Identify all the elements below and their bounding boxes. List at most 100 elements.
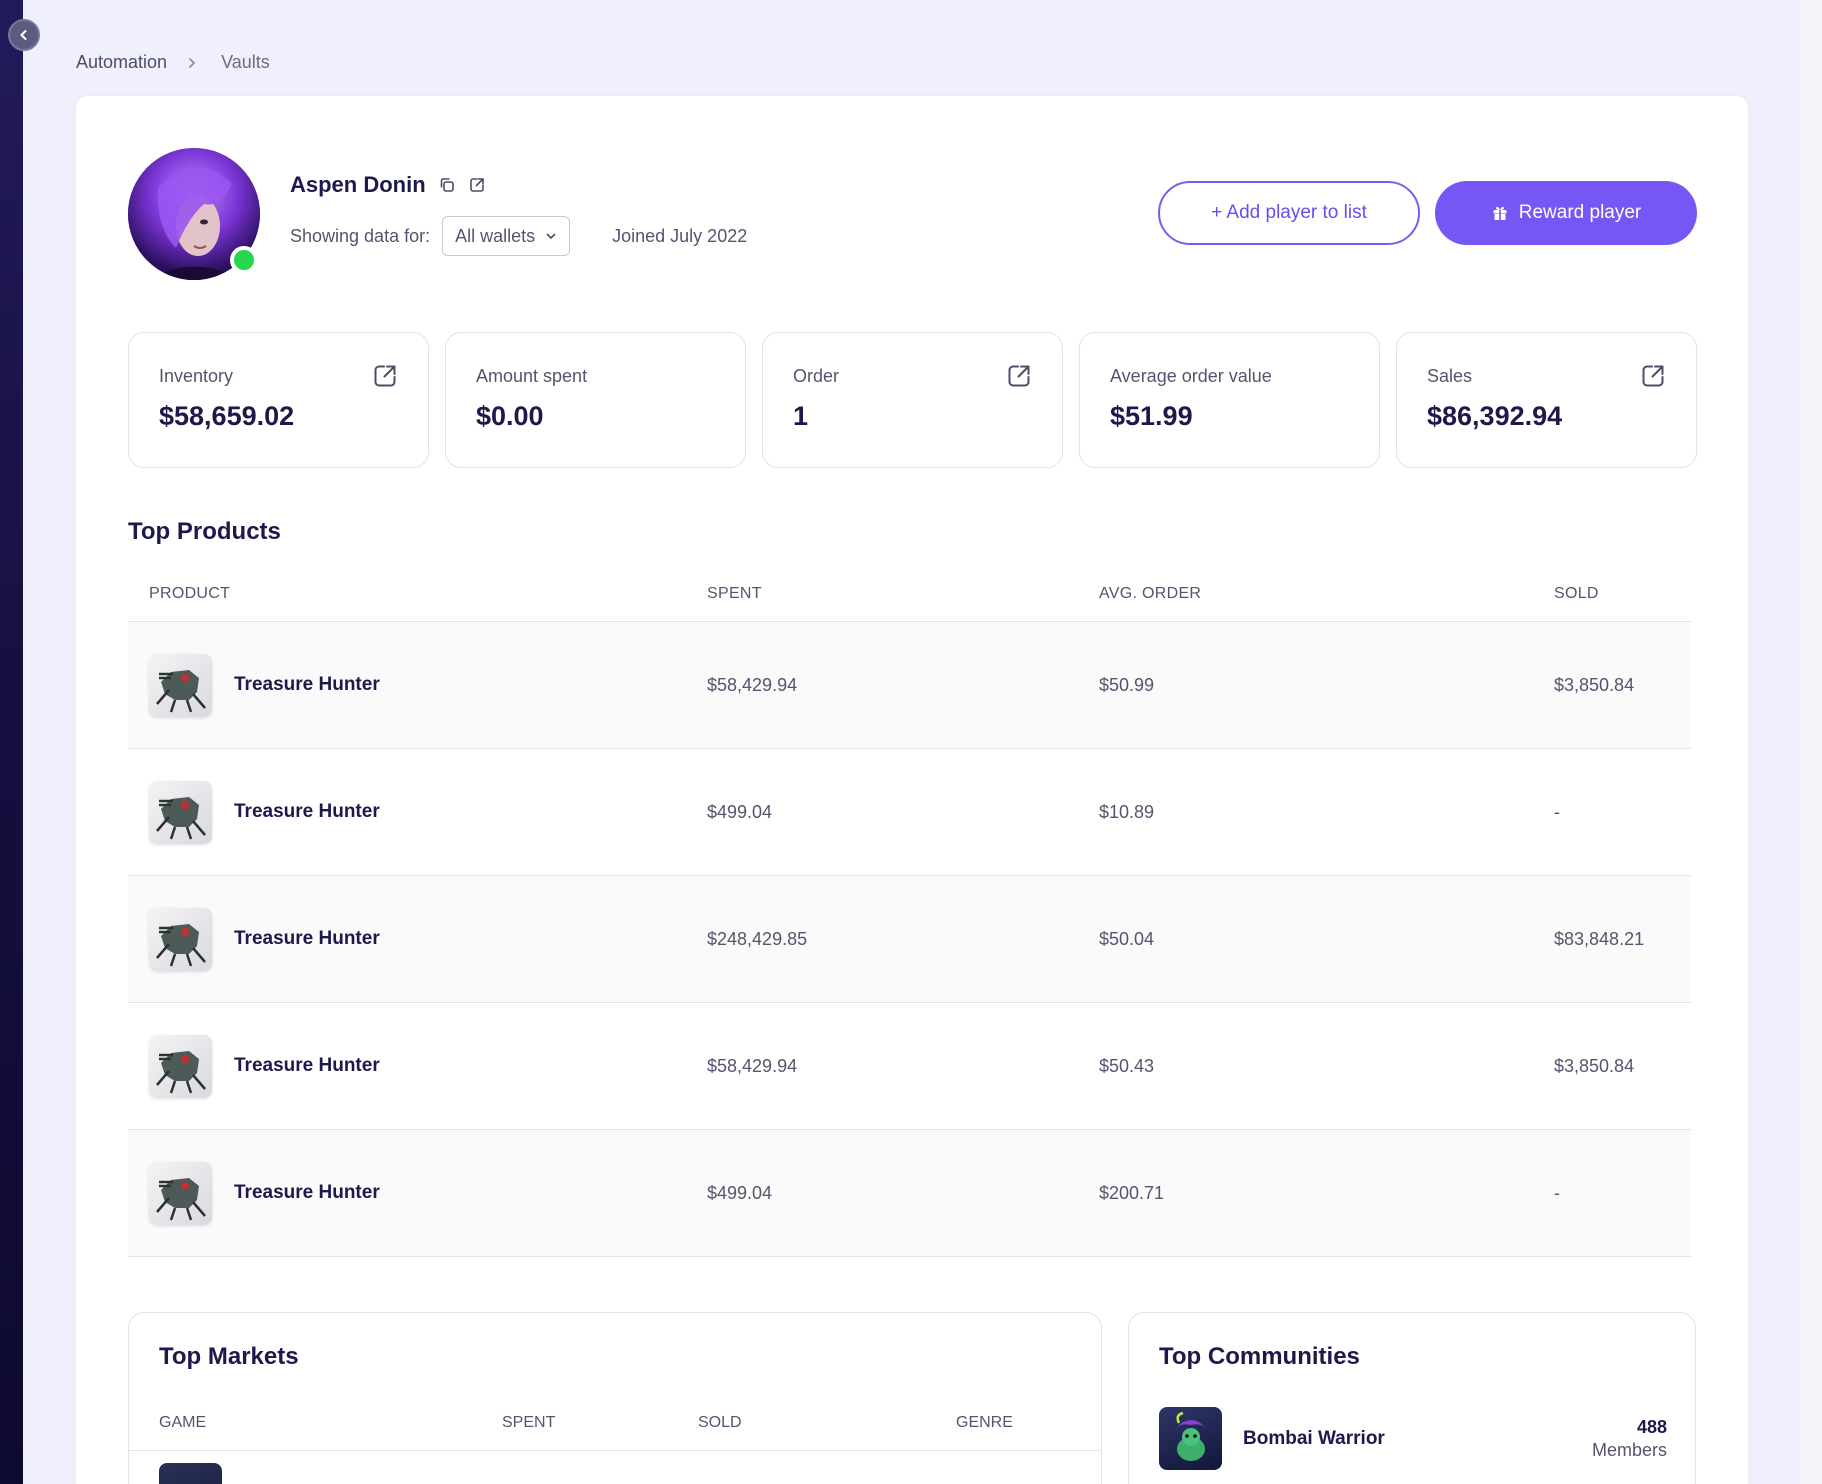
stat-value: $58,659.02 bbox=[159, 401, 295, 431]
stat-label: Order bbox=[793, 366, 840, 386]
joined-date: Joined July 2022 bbox=[612, 225, 748, 246]
top-markets-panel: Top Markets GAME SPENT SOLD GENRE bbox=[128, 1312, 1102, 1484]
community-members: 488 Members bbox=[1592, 1417, 1667, 1461]
product-name: Treasure Hunter bbox=[234, 1055, 380, 1076]
product-cell: Treasure Hunter bbox=[128, 1161, 707, 1225]
stat-label: Average order value bbox=[1110, 366, 1272, 386]
spent-cell: $499.04 bbox=[707, 1182, 773, 1203]
breadcrumb: Automation Vaults bbox=[76, 52, 270, 73]
spent-cell: $58,429.94 bbox=[707, 674, 798, 695]
external-link-icon[interactable] bbox=[1640, 363, 1666, 389]
table-row[interactable]: Treasure Hunter $499.04 $10.89 - bbox=[128, 749, 1691, 876]
product-thumbnail bbox=[149, 907, 212, 971]
column-header-spent: SPENT bbox=[502, 1413, 556, 1431]
product-thumbnail bbox=[149, 1034, 212, 1098]
external-link-icon[interactable] bbox=[468, 176, 486, 194]
copy-icon[interactable] bbox=[438, 176, 456, 194]
sold-cell: - bbox=[1554, 801, 1560, 822]
community-thumbnail bbox=[1159, 1407, 1222, 1470]
stat-card-order: Order 1 bbox=[762, 332, 1063, 468]
product-cell: Treasure Hunter bbox=[128, 907, 707, 971]
community-name: Bombai Warrior bbox=[1243, 1427, 1385, 1449]
product-cell: Treasure Hunter bbox=[128, 1034, 707, 1098]
stat-card-inventory: Inventory $58,659.02 bbox=[128, 332, 429, 468]
product-name: Treasure Hunter bbox=[234, 928, 380, 949]
stat-card-average-order-value: Average order value $51.99 bbox=[1079, 332, 1380, 468]
table-row[interactable]: Treasure Hunter $58,429.94 $50.99 $3,850… bbox=[128, 622, 1691, 749]
sold-cell: $3,850.84 bbox=[1554, 674, 1635, 695]
external-link-icon[interactable] bbox=[372, 363, 398, 389]
product-name: Treasure Hunter bbox=[234, 674, 380, 695]
column-header-sold: SOLD bbox=[698, 1413, 742, 1431]
add-player-to-list-button[interactable]: + Add player to list bbox=[1158, 181, 1420, 245]
sold-cell: - bbox=[1554, 1182, 1560, 1203]
list-item[interactable]: Bombai Warrior 488 Members bbox=[1159, 1407, 1667, 1470]
breadcrumb-item-vaults: Vaults bbox=[221, 52, 270, 72]
stat-value: 1 bbox=[793, 401, 809, 431]
wallet-select[interactable]: All wallets bbox=[442, 216, 571, 256]
chevron-left-icon bbox=[20, 30, 27, 40]
external-link-icon[interactable] bbox=[1006, 363, 1032, 389]
spent-cell: $248,429.85 bbox=[707, 928, 808, 949]
product-name: Treasure Hunter bbox=[234, 1182, 380, 1203]
top-communities-panel: Top Communities Bombai Warrior 488 Membe… bbox=[1128, 1312, 1696, 1484]
stat-value: $51.99 bbox=[1110, 401, 1193, 431]
stat-card-sales: Sales $86,392.94 bbox=[1396, 332, 1697, 468]
wallet-filter-row: Showing data for: All wallets Joined Jul… bbox=[290, 216, 747, 256]
members-label: Members bbox=[1591, 1439, 1667, 1460]
top-products-table: PRODUCT SPENT AVG. ORDER SOLD Treasure H… bbox=[128, 566, 1691, 1257]
product-thumbnail bbox=[149, 653, 212, 717]
stat-value: $0.00 bbox=[476, 401, 544, 431]
table-row[interactable]: Treasure Hunter $58,429.94 $50.43 $3,850… bbox=[128, 1003, 1691, 1130]
reward-player-button[interactable]: Reward player bbox=[1435, 181, 1697, 245]
wallet-select-value: All wallets bbox=[455, 225, 536, 246]
spent-cell: $58,429.94 bbox=[707, 1055, 798, 1076]
column-header-avg-order: AVG. ORDER bbox=[1099, 584, 1202, 602]
table-row[interactable]: Treasure Hunter $499.04 $200.71 - bbox=[128, 1130, 1691, 1257]
gift-icon bbox=[1493, 206, 1507, 220]
table-header: PRODUCT SPENT AVG. ORDER SOLD bbox=[128, 566, 1691, 622]
column-header-game: GAME bbox=[159, 1413, 207, 1431]
product-thumbnail bbox=[149, 1161, 212, 1225]
chevron-right-icon bbox=[187, 57, 197, 69]
reward-player-label: Reward player bbox=[1518, 202, 1642, 223]
window-edge bbox=[1800, 0, 1822, 1484]
breadcrumb-item-automation[interactable]: Automation bbox=[76, 52, 167, 73]
top-markets-title: Top Markets bbox=[159, 1343, 299, 1370]
product-cell: Treasure Hunter bbox=[128, 653, 707, 717]
stat-label: Sales bbox=[1427, 366, 1473, 386]
avg-order-cell: $200.71 bbox=[1099, 1182, 1165, 1203]
sold-cell: $3,850.84 bbox=[1554, 1055, 1635, 1076]
table-header: GAME SPENT SOLD GENRE bbox=[129, 1395, 1101, 1451]
stats-row: Inventory $58,659.02 Amount spent $0.00 … bbox=[128, 332, 1697, 468]
sidebar-collapse-button[interactable] bbox=[8, 19, 40, 51]
column-header-spent: SPENT bbox=[707, 584, 762, 602]
top-products-title: Top Products bbox=[128, 518, 281, 545]
product-name: Treasure Hunter bbox=[234, 801, 380, 822]
product-cell: Treasure Hunter bbox=[128, 780, 707, 844]
column-header-genre: GENRE bbox=[956, 1413, 1013, 1431]
avg-order-cell: $50.04 bbox=[1099, 928, 1155, 949]
top-communities-title: Top Communities bbox=[1159, 1343, 1360, 1370]
column-header-product: PRODUCT bbox=[149, 584, 231, 602]
online-status-indicator bbox=[230, 246, 258, 274]
stat-value: $86,392.94 bbox=[1427, 401, 1563, 431]
player-name-row: Aspen Donin bbox=[290, 172, 486, 198]
avg-order-cell: $50.43 bbox=[1099, 1055, 1155, 1076]
column-header-sold: SOLD bbox=[1554, 584, 1599, 602]
player-name: Aspen Donin bbox=[290, 172, 426, 197]
spent-cell: $499.04 bbox=[707, 801, 773, 822]
player-detail-card: Aspen Donin Showing data for: All wallet… bbox=[76, 96, 1748, 1484]
stat-card-amount-spent: Amount spent $0.00 bbox=[445, 332, 746, 468]
table-row[interactable]: Treasure Hunter $248,429.85 $50.04 $83,8… bbox=[128, 876, 1691, 1003]
members-count: 488 bbox=[1636, 1416, 1667, 1437]
avg-order-cell: $10.89 bbox=[1099, 801, 1155, 822]
market-thumbnail bbox=[159, 1463, 222, 1484]
avg-order-cell: $50.99 bbox=[1099, 674, 1155, 695]
stat-label: Amount spent bbox=[476, 366, 588, 386]
stat-label: Inventory bbox=[159, 366, 234, 386]
showing-data-label: Showing data for: bbox=[290, 225, 431, 246]
sold-cell: $83,848.21 bbox=[1554, 928, 1645, 949]
product-thumbnail bbox=[149, 780, 212, 844]
avatar-wrapper bbox=[128, 148, 260, 280]
